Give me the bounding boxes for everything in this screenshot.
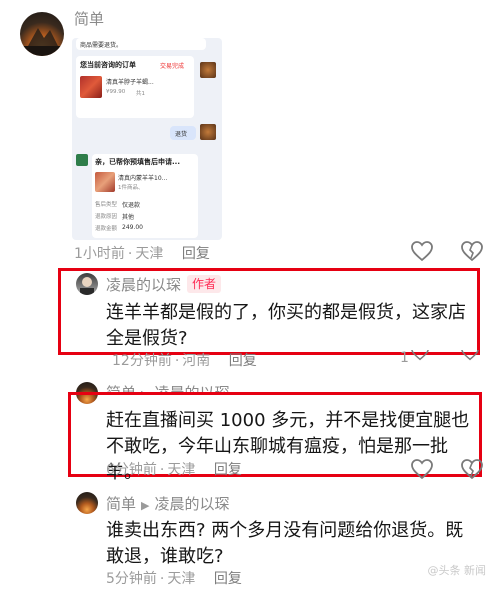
- row-label: 售后类型: [95, 202, 118, 208]
- reply-button[interactable]: 回复: [182, 246, 210, 262]
- service-card: 亲，已帮你预填售后申请... 清真内蒙羊羊10... 1件商品、 售后类型 仅退…: [92, 154, 198, 238]
- user-message: 退货: [175, 131, 188, 138]
- meta-separator: ·: [159, 462, 165, 478]
- comment-text: 谁卖出东西? 两个多月没有问题给你退货。既敢退，谁敢吃?: [106, 520, 464, 567]
- row-label: 退款金额: [95, 226, 118, 232]
- product-name: 清真羊脖子羊蝎...: [106, 79, 154, 86]
- broken-heart-icon[interactable]: [460, 350, 480, 362]
- order-card: 您当前咨询的订单 交易完成 清真羊脖子羊蝎... ¥99.90 共1: [76, 56, 194, 118]
- comment-meta: 6分钟前 · 天津 回复: [106, 459, 242, 479]
- comment-meta: 12分钟前 · 河南 回复: [112, 350, 257, 370]
- comment-time: 6分钟前: [106, 462, 157, 478]
- product-thumb: [80, 76, 102, 98]
- avatar-image: [20, 28, 64, 56]
- row-value: 249.00: [122, 224, 143, 231]
- comment-text: 连羊羊都是假的了，你买的都是假货，这家店全是假货?: [106, 302, 466, 349]
- comment-location: 天津: [167, 571, 196, 587]
- meta-separator: ·: [174, 353, 180, 369]
- comment-location: 河南: [182, 353, 211, 369]
- user-message-bubble: 退货: [170, 126, 196, 140]
- comment-username[interactable]: 简单 ▶ 凌晨的以琛: [106, 493, 230, 514]
- avatar[interactable]: [76, 492, 98, 514]
- heart-icon[interactable]: [410, 350, 430, 362]
- product2-sub: 1件商品、: [118, 185, 144, 191]
- row-value: 其他: [122, 214, 135, 221]
- reply-button[interactable]: 回复: [214, 571, 242, 587]
- meta-separator: ·: [127, 246, 133, 262]
- order-status: 交易完成: [160, 63, 185, 70]
- comment-meta: 1小时前 · 天津 回复: [74, 243, 210, 263]
- username-text[interactable]: 简单: [74, 10, 104, 28]
- author-badge: 作者: [187, 275, 222, 293]
- order-card-title: 您当前咨询的订单: [80, 61, 136, 69]
- watermark: @头条 新闻: [427, 564, 487, 577]
- comment-meta: 5分钟前 · 天津 回复: [106, 568, 242, 588]
- comment-time: 1小时前: [74, 246, 125, 262]
- broken-heart-icon[interactable]: [460, 240, 484, 262]
- heart-icon[interactable]: [410, 240, 434, 262]
- comment-location: 天津: [135, 246, 164, 262]
- reply-arrow-icon: ▶: [141, 499, 150, 512]
- avatar[interactable]: [76, 273, 98, 295]
- comment-username[interactable]: 凌晨的以琛 作者: [106, 274, 222, 295]
- chat-bubble-top: 商品需要退货。: [76, 38, 206, 50]
- row-value: 仅退款: [122, 202, 141, 209]
- avatar-image: [80, 277, 94, 295]
- service-avatar: [76, 154, 88, 166]
- comment-username[interactable]: 简单: [74, 8, 104, 29]
- product2-name: 清真内蒙羊羊10...: [118, 175, 168, 182]
- product-price: ¥99.90: [106, 89, 126, 95]
- username-text[interactable]: 凌晨的以琛: [106, 276, 181, 294]
- chat-top-text: 商品需要退货。: [80, 42, 123, 49]
- like-count: 1: [400, 350, 409, 366]
- product-qty: 共1: [136, 91, 145, 97]
- broken-heart-icon[interactable]: [460, 458, 484, 480]
- heart-icon[interactable]: [410, 458, 434, 480]
- username-text[interactable]: 简单: [106, 495, 136, 513]
- user-avatar-small: [200, 124, 216, 140]
- meta-separator: ·: [159, 571, 165, 587]
- chat-screenshot-image[interactable]: 商品需要退货。 您当前咨询的订单 交易完成 清真羊脖子羊蝎... ¥99.90 …: [72, 38, 222, 240]
- avatar[interactable]: [20, 12, 64, 56]
- comment-time: 12分钟前: [112, 353, 172, 369]
- row-label: 退款原因: [95, 214, 118, 220]
- reply-to-username[interactable]: 凌晨的以琛: [154, 495, 229, 513]
- reply-button[interactable]: 回复: [229, 353, 257, 369]
- comment-location: 天津: [167, 462, 196, 478]
- reply-button[interactable]: 回复: [214, 462, 242, 478]
- service-message: 亲，已帮你预填售后申请...: [95, 158, 180, 166]
- comment-time: 5分钟前: [106, 571, 157, 587]
- shop-avatar: [200, 62, 216, 78]
- product2-thumb: [95, 172, 115, 192]
